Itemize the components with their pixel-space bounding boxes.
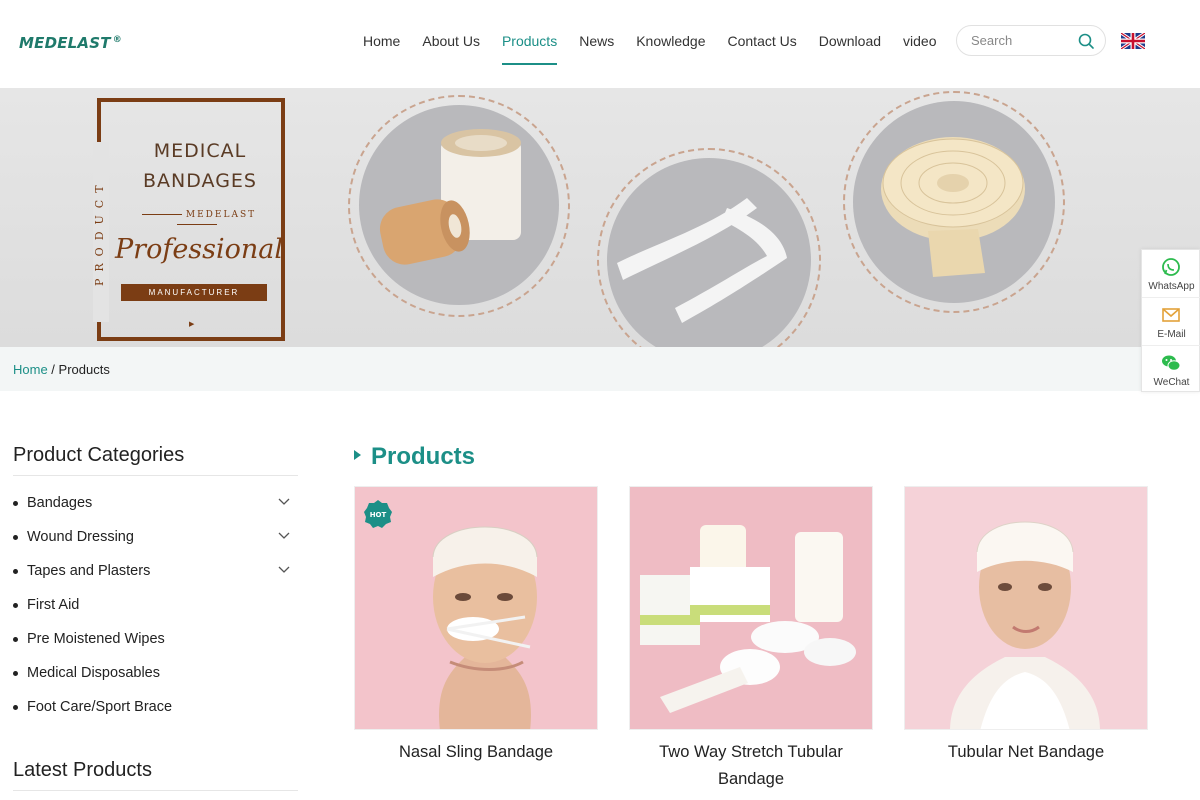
search-box — [956, 25, 1106, 56]
search-input[interactable] — [971, 33, 1076, 48]
email-button[interactable]: E-Mail — [1142, 297, 1200, 344]
bandage-rolls-image — [359, 105, 559, 305]
nav-news[interactable]: News — [579, 33, 614, 49]
email-label: E-Mail — [1157, 329, 1186, 340]
category-foot-care-sport-brace[interactable]: Foot Care/Sport Brace — [13, 697, 298, 731]
bullet-icon — [13, 603, 18, 608]
nav-download[interactable]: Download — [819, 33, 881, 49]
latest-products-divider — [13, 790, 298, 791]
registered-mark: ® — [112, 35, 122, 45]
nav-video[interactable]: video — [903, 33, 936, 49]
whatsapp-icon — [1162, 258, 1180, 276]
breadcrumb: Home / Products — [0, 347, 1200, 391]
banner-vertical-text: PRODUCT — [93, 142, 109, 322]
product-card[interactable]: HOT Nasal Sling Bandage — [354, 486, 598, 766]
category-tapes-and-plasters[interactable]: Tapes and Plasters — [13, 561, 298, 595]
category-first-aid[interactable]: First Aid — [13, 595, 298, 629]
nav-about-us[interactable]: About Us — [422, 33, 480, 49]
product-image-tubular-net[interactable] — [904, 486, 1148, 730]
breadcrumb-current: Products — [58, 362, 110, 377]
bullet-icon — [13, 569, 18, 574]
wechat-label: WeChat — [1153, 377, 1190, 388]
bullet-icon — [13, 671, 18, 676]
breadcrumb-text: Home / Products — [13, 362, 110, 377]
product-card[interactable]: Two Way Stretch Tubular Bandage — [629, 486, 873, 793]
floating-contact-bar: WhatsApp E-Mail WeChat — [1141, 249, 1200, 392]
category-pre-moistened-wipes[interactable]: Pre Moistened Wipes — [13, 629, 298, 663]
logo-text: MEDELAST — [19, 34, 111, 52]
brand-logo[interactable]: MEDELAST ® — [19, 34, 122, 52]
uk-flag-icon[interactable] — [1121, 33, 1145, 49]
product-name[interactable]: Nasal Sling Bandage — [354, 739, 598, 766]
category-bandages[interactable]: Bandages — [13, 493, 298, 527]
chevron-down-icon[interactable] — [278, 529, 290, 541]
hot-badge-text: HOT — [370, 511, 387, 519]
banner-frame: PRODUCT MEDICAL BANDAGES MEDELAST Profes… — [93, 98, 285, 341]
nav-home[interactable]: Home — [363, 33, 400, 49]
nav-products[interactable]: Products — [501, 33, 558, 65]
categories-divider — [13, 475, 298, 476]
breadcrumb-separator: / — [47, 362, 59, 377]
bullet-icon — [13, 535, 18, 540]
product-image-two-way-stretch[interactable] — [629, 486, 873, 730]
category-label: Pre Moistened Wipes — [27, 631, 165, 647]
categories-title: Product Categories — [13, 444, 185, 466]
search-icon[interactable] — [1077, 32, 1095, 50]
email-icon — [1162, 308, 1180, 322]
chevron-down-icon[interactable] — [278, 563, 290, 575]
category-medical-disposables[interactable]: Medical Disposables — [13, 663, 298, 697]
whatsapp-button[interactable]: WhatsApp — [1142, 250, 1200, 297]
category-wound-dressing[interactable]: Wound Dressing — [13, 527, 298, 561]
site-header: MEDELAST ® Home About Us Products News Kn… — [0, 0, 1200, 88]
bullet-icon — [13, 637, 18, 642]
products-heading-text: Products — [371, 443, 476, 470]
bullet-icon — [13, 501, 18, 506]
category-label: Medical Disposables — [27, 665, 160, 681]
product-card[interactable]: Tubular Net Bandage — [904, 486, 1148, 766]
product-name[interactable]: Tubular Net Bandage — [904, 739, 1148, 766]
category-label: First Aid — [27, 597, 80, 613]
bullet-icon — [13, 705, 18, 710]
category-label: Foot Care/Sport Brace — [27, 699, 173, 715]
banner-script: Professional — [115, 234, 284, 265]
category-label: Wound Dressing — [27, 529, 134, 545]
product-name[interactable]: Two Way Stretch Tubular Bandage — [629, 739, 873, 793]
products-heading: Products — [354, 443, 475, 471]
whatsapp-label: WhatsApp — [1148, 281, 1195, 292]
breadcrumb-home[interactable]: Home — [13, 362, 48, 377]
banner-brand: MEDELAST — [119, 210, 275, 230]
product-image-nasal-sling[interactable]: HOT — [354, 486, 598, 730]
banner-arrow-icon: ▶ — [189, 321, 195, 328]
triangle-icon — [354, 449, 361, 460]
nav-contact-us[interactable]: Contact Us — [728, 33, 797, 49]
hot-badge-icon: HOT — [364, 500, 392, 528]
banner-title: MEDICAL BANDAGES — [135, 136, 265, 196]
main-nav: Home About Us Products News Knowledge Co… — [363, 33, 958, 65]
chevron-down-icon[interactable] — [278, 495, 290, 507]
category-label: Bandages — [27, 495, 93, 511]
nav-knowledge[interactable]: Knowledge — [636, 33, 705, 49]
banner-title-line2: BANDAGES — [143, 170, 257, 192]
wechat-icon — [1162, 355, 1181, 371]
tubular-net-image — [607, 158, 811, 347]
latest-products-title: Latest Products — [13, 759, 152, 781]
hero-banner: PRODUCT MEDICAL BANDAGES MEDELAST Profes… — [0, 88, 1200, 347]
banner-manufacturer: MANUFACTURER — [121, 284, 267, 301]
category-list: Bandages Wound Dressing Tapes and Plaste… — [13, 493, 298, 731]
wechat-button[interactable]: WeChat — [1142, 345, 1200, 392]
category-label: Tapes and Plasters — [27, 563, 151, 579]
elastic-roll-image — [853, 101, 1055, 303]
banner-title-line1: MEDICAL — [153, 140, 247, 162]
